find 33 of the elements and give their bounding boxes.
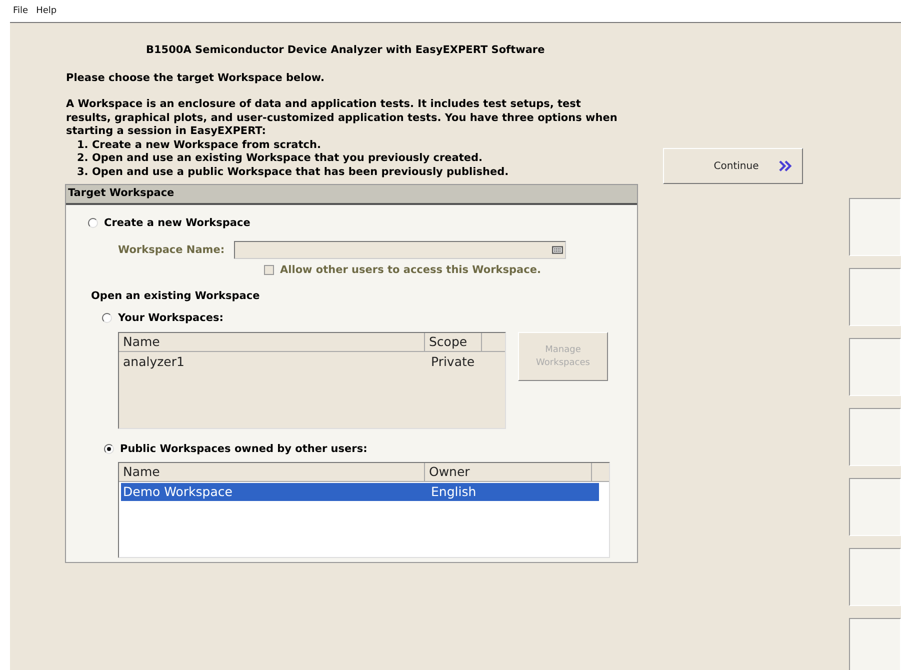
blank-button[interactable] — [849, 338, 901, 396]
workspace-table[interactable]: Name Owner Demo Workspace English — [118, 462, 610, 558]
radio-label: Your Workspaces: — [118, 312, 224, 324]
app-title: B1500A Semiconductor Device Analyzer with EasyEXPERT Software — [146, 44, 546, 58]
blank-button[interactable] — [849, 198, 901, 256]
section-heading: Open an existing Workspace — [91, 290, 261, 302]
panel-header: Target Workspace — [66, 185, 637, 205]
menu-item[interactable]: Help — [36, 6, 57, 16]
blank-button[interactable] — [849, 548, 901, 606]
table-cell-text: analyzer1 — [122, 353, 186, 371]
radio-label: Create a new Workspace — [104, 217, 250, 229]
blank-button[interactable] — [849, 408, 901, 466]
option-description: 2. Open and use an existing Workspace that you previously created. — [77, 152, 484, 166]
column-header[interactable]: Owner — [425, 463, 592, 481]
radio-label: Public Workspaces owned by other users: — [120, 443, 368, 455]
blank-button[interactable] — [849, 618, 901, 670]
column-header[interactable]: Name — [119, 463, 425, 481]
checkbox-label: Allow other users to access this Workspace. — [280, 264, 541, 276]
blank-button[interactable] — [849, 478, 901, 536]
table-cell-text: English — [430, 483, 478, 501]
table-cell-text: Demo Workspace — [122, 483, 234, 501]
option-description: 1. Create a new Workspace from scratch. — [77, 138, 322, 152]
blank-button[interactable] — [849, 268, 901, 326]
radio-button[interactable] — [104, 444, 114, 454]
instruction-text: Please choose the target Workspace below. — [66, 72, 326, 84]
option-description: 3. Open and use a public Workspace that has been previously published. — [77, 166, 510, 179]
description-text: A Workspace is an enclosure of data and application tests. It includes test setups, test results, graphical plots, and user-customized application tests. You have three options when starting a session in EasyEXPERT: — [66, 98, 618, 138]
table-row[interactable]: Demo Workspace English — [121, 483, 599, 501]
field-label: Workspace Name: — [118, 244, 225, 256]
continue-button[interactable]: Continue — [662, 148, 803, 184]
double-chevron-icon — [778, 160, 792, 172]
table-cell-text: Private — [430, 353, 476, 371]
menu-item[interactable]: File — [13, 6, 28, 16]
